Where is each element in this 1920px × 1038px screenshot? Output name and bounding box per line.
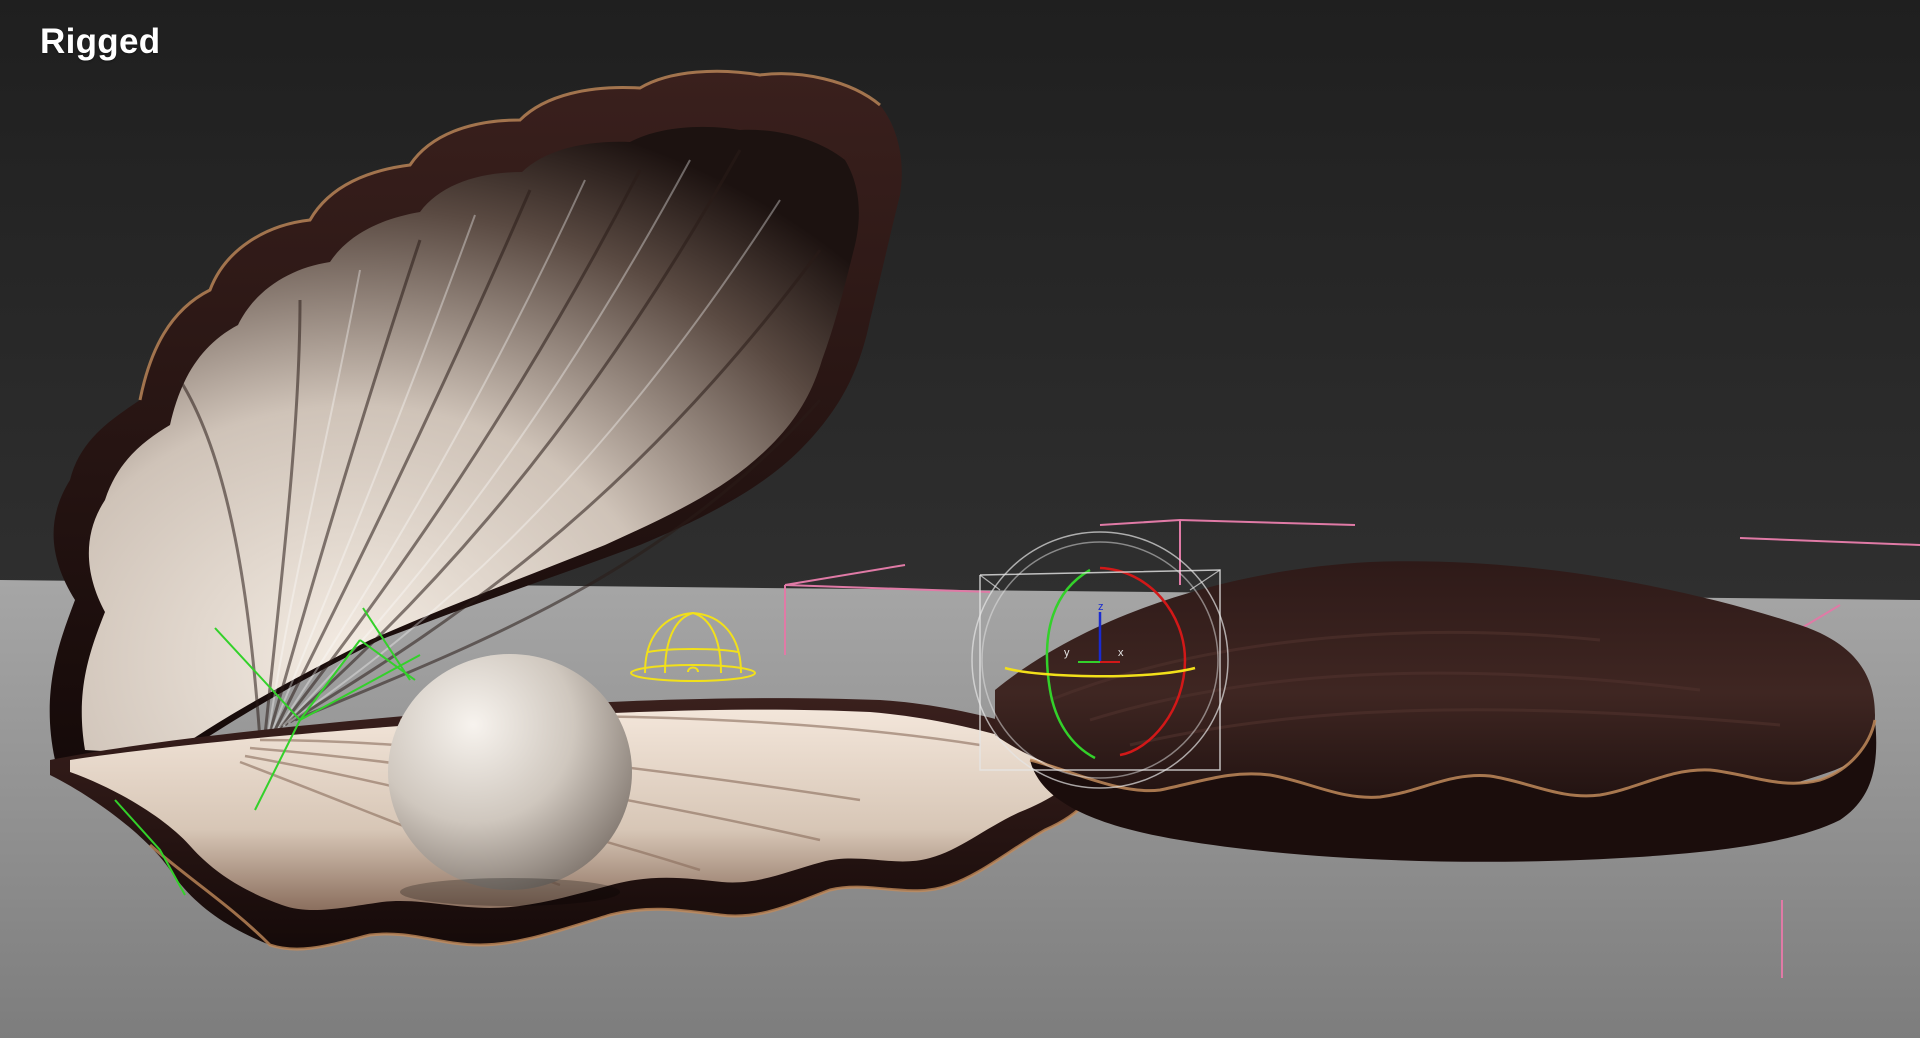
scene-render[interactable]: z x y [0,0,1920,1038]
gizmo-z-label: z [1098,601,1104,613]
gizmo-y-label: y [1064,647,1070,659]
3d-viewport[interactable]: z x y Rigged [0,0,1920,1038]
viewport-label: Rigged [40,22,161,61]
gizmo-x-label: x [1118,647,1124,659]
